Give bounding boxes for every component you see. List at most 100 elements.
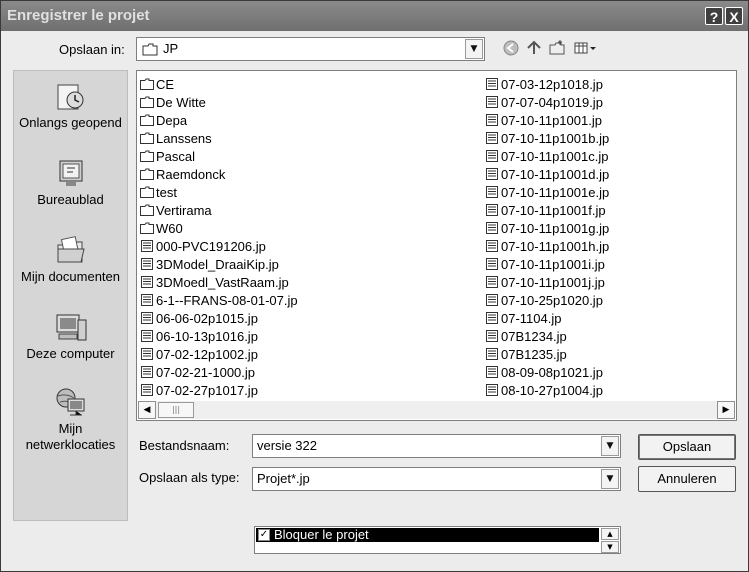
file-item[interactable]: 07-02-27p1017.jp — [140, 382, 298, 400]
item-name: Pascal — [156, 149, 196, 164]
file-icon — [486, 348, 498, 360]
folder-item[interactable]: W60 — [140, 220, 298, 238]
place-recent[interactable]: Onlangs geopend — [14, 81, 127, 131]
scroll-right-icon[interactable]: ▶ — [717, 401, 735, 419]
file-item[interactable]: 07-10-11p1001h.jp — [485, 238, 609, 256]
folder-item[interactable]: CE — [140, 76, 298, 94]
lock-option-row[interactable]: ✓ Bloquer le projet — [256, 528, 599, 542]
file-item[interactable]: 3DMoedl_VastRaam.jp — [140, 274, 298, 292]
network-icon — [56, 388, 84, 416]
scroll-thumb[interactable]: ||| — [158, 402, 194, 418]
scroll-left-icon[interactable]: ◀ — [138, 401, 156, 419]
filetype-dropdown[interactable]: Projet*.jp ▼ — [252, 467, 621, 491]
file-icon — [486, 384, 498, 396]
item-name: 08-09-08p1021.jp — [501, 365, 603, 380]
filename-input[interactable]: versie 322 ▼ — [252, 434, 621, 458]
chevron-down-icon[interactable]: ▼ — [601, 436, 619, 456]
documents-icon — [57, 236, 85, 263]
save-in-label: Opslaan in: — [59, 42, 125, 57]
filename-value: versie 322 — [257, 438, 317, 453]
file-item[interactable]: 07-1104.jp — [485, 310, 609, 328]
folder-item[interactable]: Pascal — [140, 148, 298, 166]
file-icon — [486, 330, 498, 342]
file-item[interactable]: 08-10-27p1004.jp — [485, 382, 609, 400]
filetype-value: Projet*.jp — [257, 471, 310, 486]
file-icon — [486, 276, 498, 288]
folder-item[interactable]: Raemdonck — [140, 166, 298, 184]
folder-icon — [140, 132, 154, 144]
save-button[interactable]: Opslaan — [638, 434, 736, 460]
place-desktop[interactable]: Bureaublad — [14, 158, 127, 208]
file-item[interactable]: 07-10-11p1001j.jp — [485, 274, 609, 292]
item-name: 07-07-04p1019.jp — [501, 95, 603, 110]
filetype-label: Opslaan als type: — [139, 470, 240, 485]
file-item[interactable]: 08-09-08p1021.jp — [485, 364, 609, 382]
file-item[interactable]: 07-02-21-1000.jp — [140, 364, 298, 382]
file-icon — [486, 222, 498, 234]
help-button[interactable]: ? — [705, 7, 723, 25]
file-item[interactable]: 07B1235.jp — [485, 346, 609, 364]
place-computer[interactable]: Deze computer — [14, 312, 127, 362]
file-item[interactable]: 07-10-11p1001d.jp — [485, 166, 609, 184]
up-folder-icon[interactable] — [525, 39, 543, 57]
item-name: 06-06-02p1015.jp — [156, 311, 258, 326]
save-in-dropdown[interactable]: JP ▼ — [136, 37, 485, 61]
file-icon — [486, 78, 498, 90]
file-item[interactable]: 06-10-13p1016.jp — [140, 328, 298, 346]
chevron-down-icon[interactable]: ▼ — [465, 39, 483, 59]
item-name: 07-03-12p1018.jp — [501, 77, 603, 92]
file-item[interactable]: 07-10-11p1001b.jp — [485, 130, 609, 148]
file-item[interactable]: 07-10-11p1001f.jp — [485, 202, 609, 220]
file-item[interactable]: 07-02-12p1002.jp — [140, 346, 298, 364]
file-item[interactable]: 07-10-25p1020.jp — [485, 292, 609, 310]
file-icon — [486, 240, 498, 252]
file-item[interactable]: 07-07-04p1019.jp — [485, 94, 609, 112]
file-item[interactable]: 07B1234.jp — [485, 328, 609, 346]
chevron-down-icon[interactable]: ▼ — [601, 469, 619, 489]
folder-item[interactable]: test — [140, 184, 298, 202]
dialog-title: Enregistrer le projet — [7, 7, 150, 24]
cancel-button[interactable]: Annuleren — [638, 466, 736, 492]
folder-item[interactable]: Vertirama — [140, 202, 298, 220]
file-icon — [141, 312, 153, 324]
lock-option-list[interactable]: ✓ Bloquer le projet ▲ ▼ — [254, 526, 621, 554]
back-icon[interactable] — [502, 39, 520, 57]
place-network[interactable]: Mijn netwerklocaties — [14, 387, 127, 453]
file-item[interactable]: 07-03-12p1018.jp — [485, 76, 609, 94]
place-label: Deze computer — [26, 346, 115, 361]
lock-option-label: Bloquer le projet — [274, 527, 369, 542]
scroll-down-icon[interactable]: ▼ — [601, 541, 619, 553]
horizontal-scrollbar[interactable]: ◀ ||| ▶ — [138, 401, 735, 419]
file-icon — [486, 114, 498, 126]
scroll-up-icon[interactable]: ▲ — [601, 528, 619, 540]
file-item[interactable]: 6-1--FRANS-08-01-07.jp — [140, 292, 298, 310]
item-name: 06-10-13p1016.jp — [156, 329, 258, 344]
close-button[interactable]: X — [725, 7, 743, 25]
place-documents[interactable]: Mijn documenten — [14, 235, 127, 285]
file-item[interactable]: 06-06-02p1015.jp — [140, 310, 298, 328]
item-name: Vertirama — [156, 203, 212, 218]
file-item[interactable]: 000-PVC191206.jp — [140, 238, 298, 256]
folder-icon — [140, 114, 154, 126]
folder-item[interactable]: De Witte — [140, 94, 298, 112]
file-item[interactable]: 07-10-11p1001g.jp — [485, 220, 609, 238]
file-item[interactable]: 07-10-11p1001c.jp — [485, 148, 609, 166]
new-folder-icon[interactable] — [548, 39, 566, 57]
file-list[interactable]: CE De Witte Depa Lanssens Pascal Raemdonck tes… — [136, 70, 737, 421]
title-bar: Enregistrer le projet ? X — [1, 1, 748, 31]
view-menu-icon[interactable] — [573, 39, 599, 57]
lock-checkbox[interactable]: ✓ — [258, 529, 270, 541]
folder-item[interactable]: Lanssens — [140, 130, 298, 148]
folder-icon — [140, 168, 154, 180]
item-name: 07-10-11p1001i.jp — [501, 257, 605, 272]
file-icon — [486, 366, 498, 378]
file-item[interactable]: 07-10-11p1001e.jp — [485, 184, 609, 202]
folder-item[interactable]: Depa — [140, 112, 298, 130]
file-item[interactable]: 3DModel_DraaiKip.jp — [140, 256, 298, 274]
folder-icon — [140, 96, 154, 108]
file-item[interactable]: 07-10-11p1001i.jp — [485, 256, 609, 274]
item-name: 07-10-11p1001.jp — [501, 113, 602, 128]
file-icon — [141, 294, 153, 306]
file-item[interactable]: 07-10-11p1001.jp — [485, 112, 609, 130]
item-name: 07-10-11p1001h.jp — [501, 239, 610, 254]
